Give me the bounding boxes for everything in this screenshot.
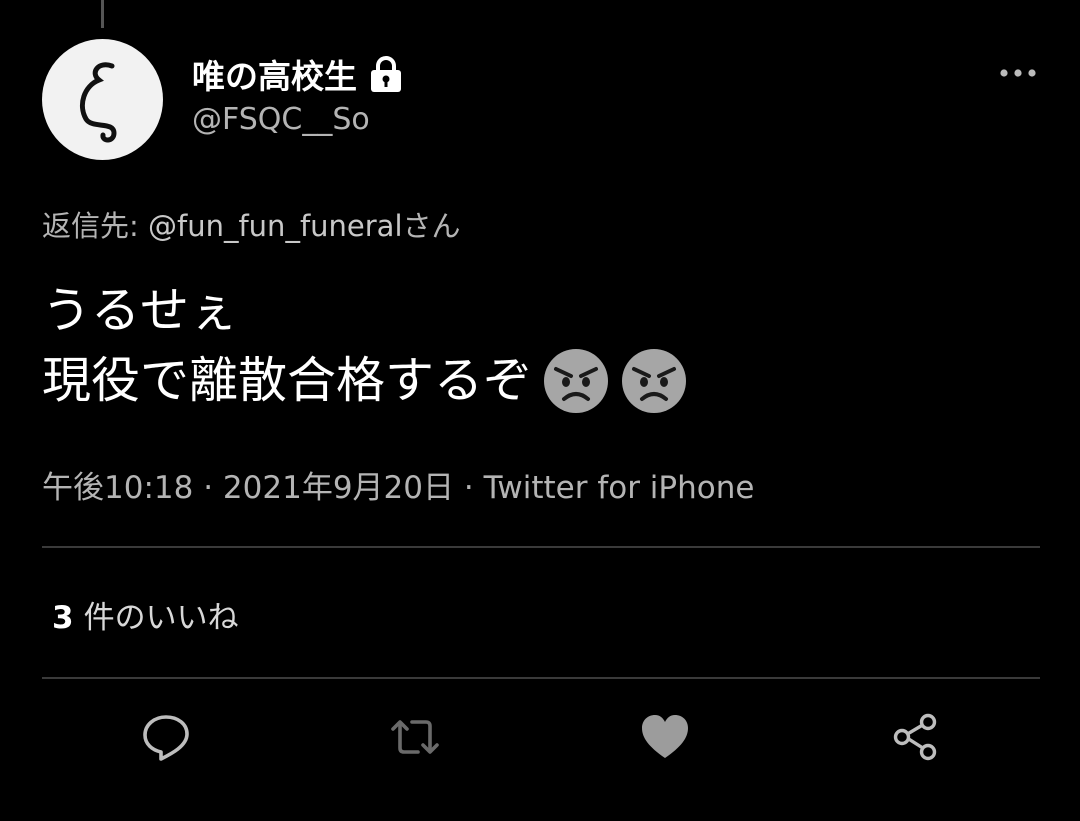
- reply-to-line: 返信先: @fun_fun_funeralさん: [42, 203, 461, 245]
- share-icon[interactable]: [891, 712, 941, 762]
- divider: [42, 546, 1040, 548]
- tweet-line: うるせぇ: [42, 276, 688, 346]
- reply-to-prefix: 返信先:: [42, 209, 139, 243]
- tweet-line-text: 現役で離散合格するぞ: [42, 352, 533, 409]
- display-name-text[interactable]: 唯の高校生: [192, 50, 357, 98]
- likes-count: 3: [52, 600, 74, 636]
- angry-face-emoji: [620, 347, 688, 415]
- lock-icon: [367, 54, 405, 94]
- tweet-time[interactable]: 午後10:18: [42, 470, 193, 506]
- tweet-line-text: うるせぇ: [42, 282, 239, 339]
- avatar[interactable]: [42, 39, 163, 160]
- reply-mention-link[interactable]: @fun_fun_funeral: [148, 209, 403, 243]
- tweet-date[interactable]: 2021年9月20日: [223, 470, 454, 506]
- likes-count-link[interactable]: 3 件のいいね: [52, 592, 239, 637]
- display-name[interactable]: 唯の高校生: [192, 50, 405, 98]
- divider: [42, 677, 1040, 679]
- retweet-icon[interactable]: [390, 712, 440, 762]
- user-handle[interactable]: @FSQC__So: [192, 102, 370, 137]
- meta-separator: ·: [463, 470, 474, 506]
- tweet-line: 現役で離散合格するぞ: [42, 346, 688, 416]
- like-icon[interactable]: [640, 712, 690, 762]
- meta-separator: ·: [203, 470, 214, 506]
- angry-face-emoji: [542, 347, 610, 415]
- reply-icon[interactable]: [141, 712, 191, 762]
- more-icon[interactable]: [996, 58, 1040, 88]
- reply-to-suffix: さん: [402, 209, 461, 243]
- tweet-metadata: 午後10:18 · 2021年9月20日 · Twitter for iPhon…: [42, 462, 754, 507]
- tweet-text: うるせぇ 現役で離散合格するぞ: [42, 276, 688, 416]
- thread-connector-line: [101, 0, 104, 28]
- likes-label: 件のいいね: [83, 600, 239, 636]
- tweet-source[interactable]: Twitter for iPhone: [484, 470, 755, 506]
